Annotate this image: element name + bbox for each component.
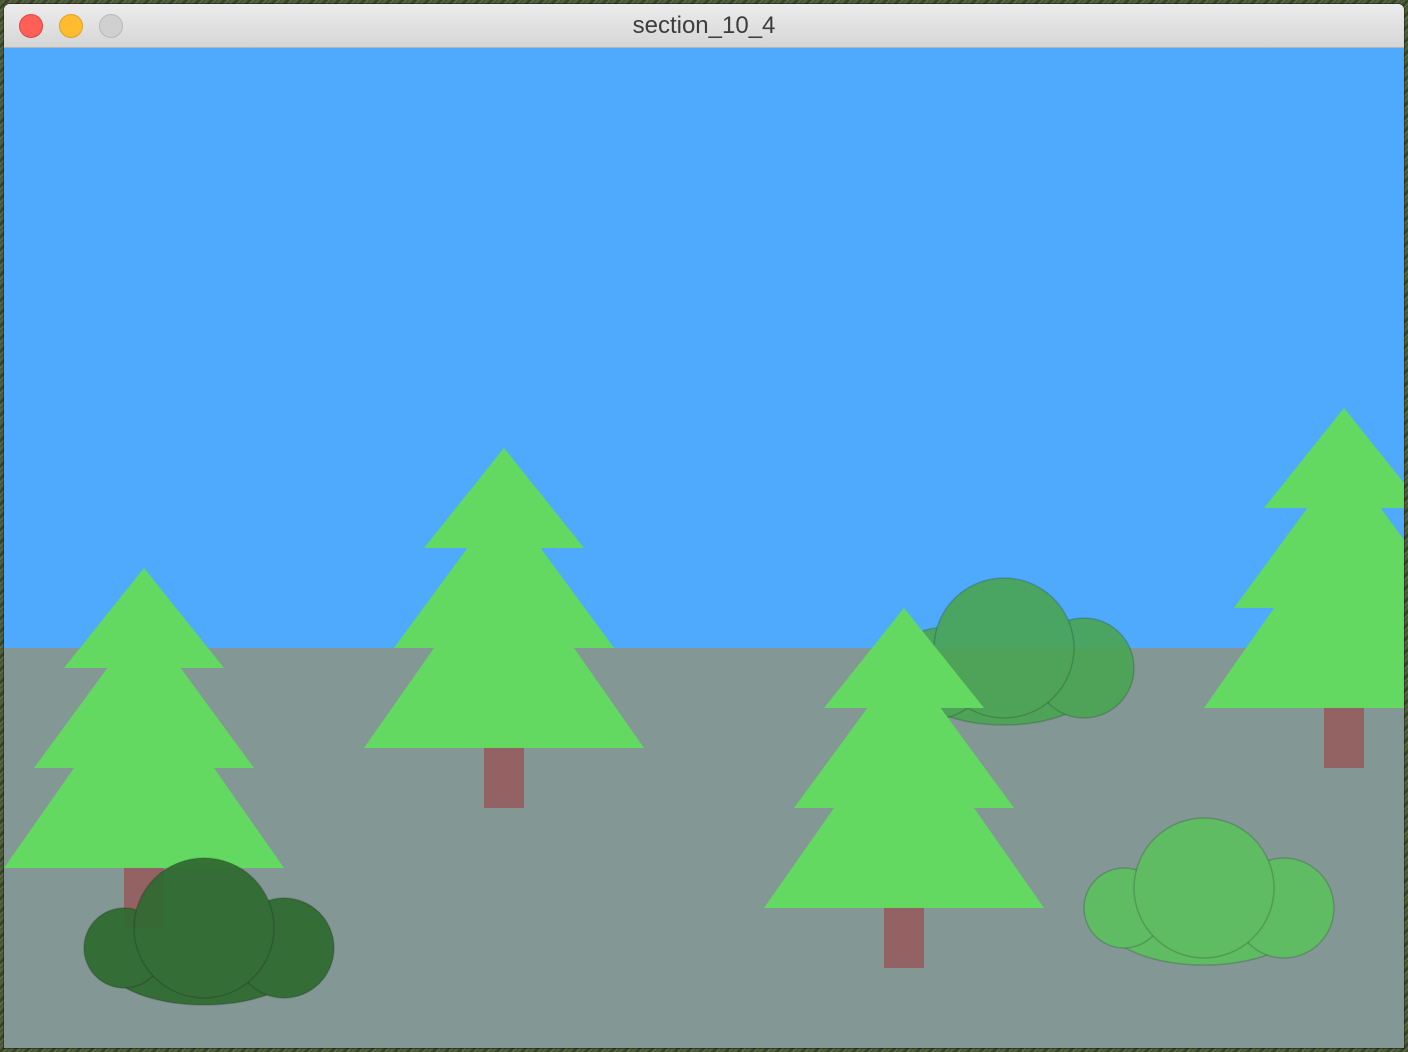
title-bar[interactable]: section_10_4 bbox=[4, 4, 1404, 48]
window-title: section_10_4 bbox=[632, 12, 776, 39]
bush-lobe-center bbox=[133, 857, 275, 999]
sky bbox=[4, 48, 1404, 648]
bush-lobe-center bbox=[1133, 817, 1275, 959]
app-window: section_10_4 bbox=[4, 4, 1404, 1048]
tree-trunk bbox=[1324, 708, 1364, 768]
tree-trunk bbox=[884, 908, 924, 968]
tree-trunk bbox=[484, 748, 524, 808]
sketch-canvas[interactable] bbox=[4, 48, 1404, 1048]
